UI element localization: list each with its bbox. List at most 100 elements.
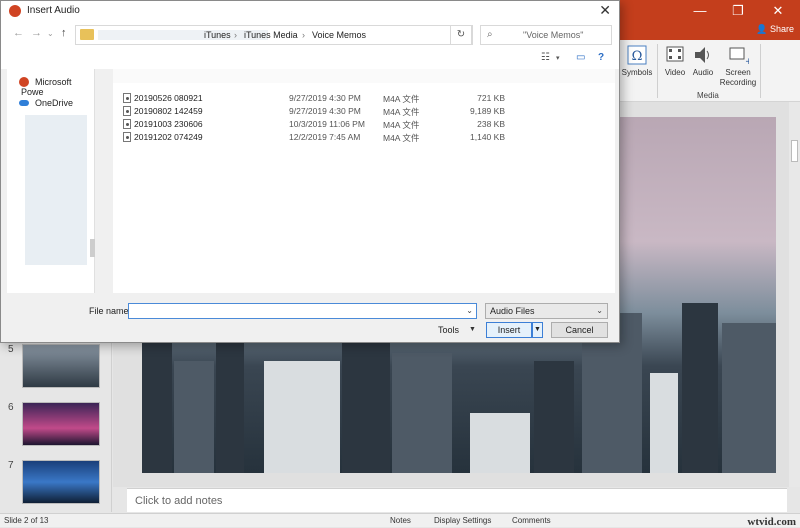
preview-pane-icon[interactable]: ▭ xyxy=(576,52,585,63)
building-shape xyxy=(174,361,214,473)
breadcrumb-itunes-media[interactable]: iTunes Media xyxy=(244,30,298,40)
back-arrow-icon[interactable]: ← xyxy=(13,27,24,39)
chevron-down-icon[interactable]: ⌄ xyxy=(47,29,54,38)
audio-file-icon xyxy=(123,132,131,142)
navigation-pane: Microsoft Powe OneDrive xyxy=(7,69,95,293)
svg-text:+: + xyxy=(745,57,749,66)
omega-icon: Ω xyxy=(627,45,647,65)
maximize-icon[interactable]: ❐ xyxy=(718,0,758,22)
chevron-down-icon[interactable]: ▾ xyxy=(556,54,560,62)
insert-audio-dialog: Insert Audio ✕ ← → ⌄ ↑ iTunes › iTunes M… xyxy=(0,0,620,343)
slide-thumbnail-5[interactable] xyxy=(22,344,100,388)
symbols-label: Symbols xyxy=(621,68,653,77)
file-list: 20190526 080921 9/27/2019 4:30 PM M4A 文件… xyxy=(113,69,615,293)
file-type-select[interactable]: Audio Files ⌄ xyxy=(485,303,608,319)
file-type: M4A 文件 xyxy=(383,120,420,130)
minimize-icon[interactable]: — xyxy=(680,0,720,22)
building-shape xyxy=(342,333,390,473)
share-label: Share xyxy=(769,24,794,34)
close-icon[interactable]: ✕ xyxy=(599,2,611,19)
breadcrumb-itunes[interactable]: iTunes xyxy=(204,30,231,40)
building-shape xyxy=(682,303,718,473)
file-type-value: Audio Files xyxy=(490,306,535,316)
notes-button[interactable]: Notes xyxy=(390,516,411,525)
watermark-logo: wtvid.com xyxy=(747,516,796,528)
file-type: M4A 文件 xyxy=(383,133,420,143)
audio-button[interactable]: Audio xyxy=(690,44,716,78)
media-group-label: Media xyxy=(697,91,719,100)
tools-dropdown[interactable]: Tools xyxy=(438,325,459,335)
slide-thumbnail-7[interactable] xyxy=(22,460,100,504)
chevron-down-icon[interactable]: ▼ xyxy=(469,326,476,333)
help-icon[interactable]: ? xyxy=(598,52,604,63)
file-name-label: File name: xyxy=(89,306,132,316)
powerpoint-icon xyxy=(9,5,21,17)
notes-area[interactable]: Click to add notes xyxy=(127,488,787,512)
slide-number: 5 xyxy=(8,344,14,355)
forward-arrow-icon[interactable]: → xyxy=(31,27,42,39)
video-button[interactable]: Video xyxy=(662,44,688,78)
file-name: 20190802 142459 xyxy=(134,106,203,116)
file-name: 20190526 080921 xyxy=(134,93,203,103)
file-size: 238 KB xyxy=(477,119,505,129)
file-type: M4A 文件 xyxy=(383,107,420,117)
file-type: M4A 文件 xyxy=(383,94,420,104)
comments-button[interactable]: Comments xyxy=(512,516,551,525)
up-arrow-icon[interactable]: ↑ xyxy=(61,27,67,39)
display-settings-button[interactable]: Display Settings xyxy=(434,516,491,525)
file-row[interactable]: 20191202 074249 12/2/2019 7:45 AM M4A 文件… xyxy=(121,131,611,144)
file-row[interactable]: 20190526 080921 9/27/2019 4:30 PM M4A 文件… xyxy=(121,92,611,105)
insert-button[interactable]: Insert xyxy=(486,322,532,338)
close-window-icon[interactable]: ✕ xyxy=(758,0,798,22)
address-bar[interactable]: iTunes › iTunes Media › Voice Memos ⌄ xyxy=(75,25,513,45)
slide-number: 7 xyxy=(8,460,14,471)
nav-item-onedrive[interactable]: OneDrive xyxy=(19,98,74,108)
file-date: 9/27/2019 4:30 PM xyxy=(289,106,361,116)
share-button[interactable]: 👤 Share xyxy=(756,24,794,35)
audio-label: Audio xyxy=(692,68,714,77)
file-date: 12/2/2019 7:45 AM xyxy=(289,132,361,142)
ribbon-separator xyxy=(657,44,658,98)
file-name-input[interactable]: ⌄ xyxy=(128,303,477,319)
file-size: 9,189 KB xyxy=(470,106,505,116)
audio-file-icon xyxy=(123,93,131,103)
building-shape xyxy=(264,361,340,473)
chevron-down-icon: ▼ xyxy=(534,326,541,333)
nav-item-microsoft-powerpoint[interactable]: Microsoft Powe xyxy=(19,77,94,97)
file-row[interactable]: 20190802 142459 9/27/2019 4:30 PM M4A 文件… xyxy=(121,105,611,118)
cancel-button[interactable]: Cancel xyxy=(551,322,608,338)
file-size: 1,140 KB xyxy=(470,132,505,142)
file-row[interactable]: 20191003 230606 10/3/2019 11:06 PM M4A 文… xyxy=(121,118,611,131)
search-box[interactable]: ⌕ "Voice Memos" xyxy=(480,25,612,45)
redacted-nav-items xyxy=(25,115,87,265)
dialog-titlebar: Insert Audio ✕ xyxy=(1,1,619,21)
symbols-button[interactable]: Ω Symbols xyxy=(620,44,654,78)
slide-counter: Slide 2 of 13 xyxy=(4,516,49,525)
breadcrumb-separator: › xyxy=(234,30,237,40)
folder-icon xyxy=(80,29,94,40)
view-options-icon[interactable]: ☷ xyxy=(541,52,550,63)
video-icon xyxy=(666,46,684,62)
nav-item-label: OneDrive xyxy=(35,98,74,108)
breadcrumb-voice-memos[interactable]: Voice Memos xyxy=(312,30,366,40)
building-shape xyxy=(470,413,530,473)
refresh-button[interactable]: ↻ xyxy=(450,25,472,45)
onedrive-icon xyxy=(19,100,29,106)
video-label: Video xyxy=(664,68,686,77)
building-shape xyxy=(142,343,172,473)
nav-scrollbar-thumb[interactable] xyxy=(90,239,95,257)
file-size: 721 KB xyxy=(477,93,505,103)
audio-icon xyxy=(695,47,709,63)
chevron-down-icon: ⌄ xyxy=(596,306,603,315)
powerpoint-icon xyxy=(19,77,29,87)
slide-thumbnail-6[interactable] xyxy=(22,402,100,446)
audio-file-icon xyxy=(123,106,131,116)
column-header xyxy=(113,69,615,83)
dialog-toolbar: ☷ ▾ ▭ ? xyxy=(1,47,619,69)
screen-recording-button[interactable]: + Screen Recording xyxy=(718,44,758,88)
slide-scrollbar-thumb[interactable] xyxy=(791,140,798,162)
insert-dropdown-button[interactable]: ▼ xyxy=(532,322,543,338)
search-icon: ⌕ xyxy=(487,29,493,40)
chevron-down-icon[interactable]: ⌄ xyxy=(466,306,473,315)
refresh-icon: ↻ xyxy=(456,29,466,40)
